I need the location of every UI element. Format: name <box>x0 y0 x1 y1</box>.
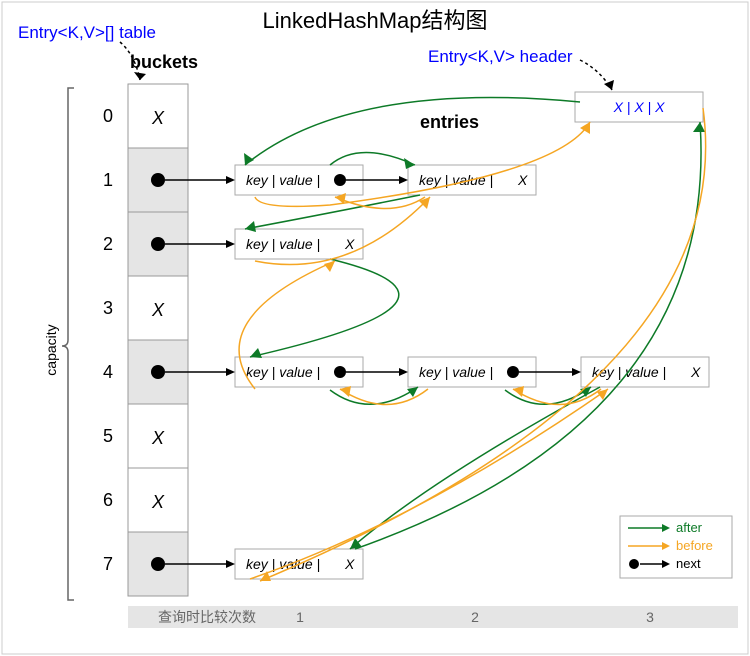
bucket-1-dot <box>151 173 165 187</box>
bucket-2-dot <box>151 237 165 251</box>
svg-text:key | value |: key | value | <box>246 236 320 252</box>
svg-text:X | X | X: X | X | X <box>613 99 666 115</box>
svg-text:1: 1 <box>103 170 113 190</box>
entry-1a: key | value | <box>235 165 363 195</box>
svg-text:0: 0 <box>103 106 113 126</box>
svg-text:2: 2 <box>103 234 113 254</box>
svg-text:X: X <box>344 556 355 572</box>
svg-text:查询时比较次数: 查询时比较次数 <box>158 609 256 625</box>
entry-2a: key | value | X <box>235 229 363 259</box>
svg-text:X: X <box>517 172 528 188</box>
svg-text:X: X <box>151 428 165 448</box>
svg-text:7: 7 <box>103 554 113 574</box>
svg-text:4: 4 <box>103 362 113 382</box>
svg-text:1: 1 <box>296 609 304 625</box>
svg-text:key | value |: key | value | <box>246 364 320 380</box>
svg-text:X: X <box>690 364 701 380</box>
table-label: Entry<K,V>[] table <box>18 23 156 42</box>
svg-text:X: X <box>151 492 165 512</box>
svg-text:X: X <box>344 236 355 252</box>
entry-4c: key | value | X <box>581 357 709 387</box>
svg-text:6: 6 <box>103 490 113 510</box>
svg-text:next: next <box>676 556 701 571</box>
entry-4a: key | value | <box>235 357 363 387</box>
svg-text:key | value |: key | value | <box>246 556 320 572</box>
svg-text:key | value |: key | value | <box>419 172 493 188</box>
svg-text:key | value |: key | value | <box>246 172 320 188</box>
svg-text:after: after <box>676 520 703 535</box>
buckets-label: buckets <box>130 52 198 72</box>
legend: after before next <box>620 516 732 578</box>
entry-4b: key | value | <box>408 357 536 387</box>
capacity-label: capacity <box>43 324 59 375</box>
linkedhashmap-diagram: LinkedHashMap结构图 Entry<K,V>[] table buck… <box>0 0 750 656</box>
entries-label: entries <box>420 112 479 132</box>
header-label: Entry<K,V> header <box>428 47 573 66</box>
bucket-array: 0 X 1 2 3 X 4 5 X 6 X 7 <box>103 84 188 596</box>
svg-text:5: 5 <box>103 426 113 446</box>
svg-text:3: 3 <box>103 298 113 318</box>
svg-text:key | value |: key | value | <box>419 364 493 380</box>
svg-text:3: 3 <box>646 609 654 625</box>
svg-text:2: 2 <box>471 609 479 625</box>
capacity-brace <box>62 88 74 600</box>
diagram-title: LinkedHashMap结构图 <box>263 8 488 33</box>
bucket-0-x: X <box>151 108 165 128</box>
svg-text:X: X <box>151 300 165 320</box>
svg-text:before: before <box>676 538 713 553</box>
